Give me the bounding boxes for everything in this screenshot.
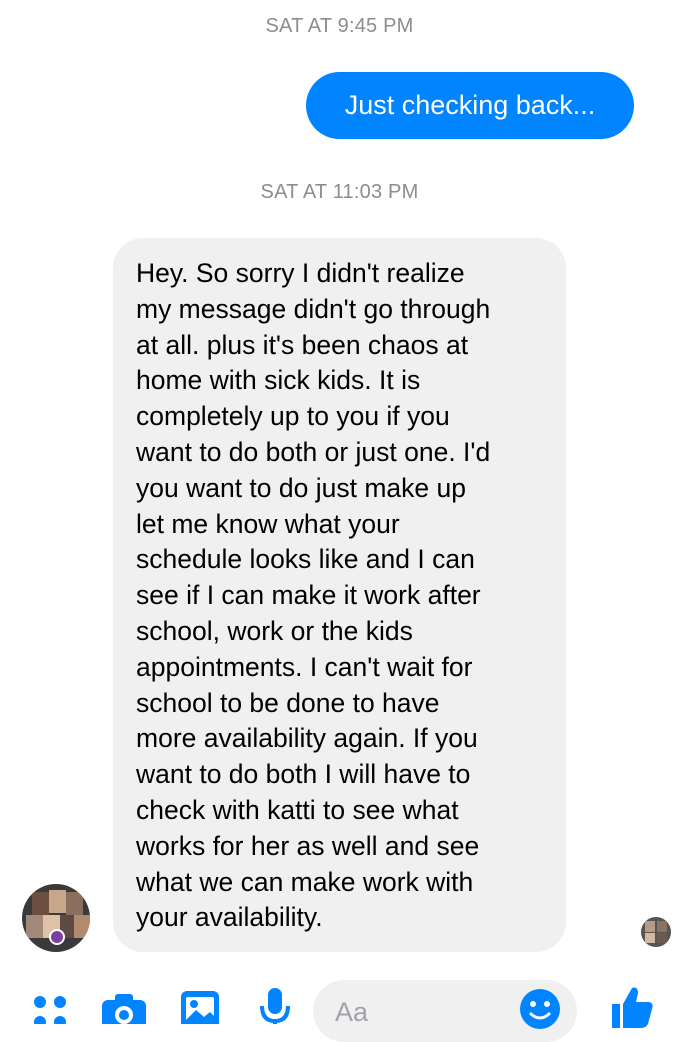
incoming-message-bubble[interactable]: Hey. So sorry I didn't realize my messag… bbox=[113, 238, 566, 952]
incoming-message-text: Hey. So sorry I didn't realize my messag… bbox=[136, 258, 491, 933]
sender-avatar[interactable] bbox=[22, 884, 90, 952]
message-input-placeholder: Aa bbox=[335, 997, 369, 1027]
menu-dots-icon[interactable] bbox=[30, 994, 70, 1024]
microphone-icon[interactable] bbox=[258, 988, 292, 1024]
thumbs-up-icon[interactable] bbox=[608, 984, 654, 1028]
image-icon[interactable] bbox=[180, 990, 220, 1024]
message-input[interactable]: Aa bbox=[313, 980, 577, 1042]
outgoing-message-bubble[interactable]: Just checking back... bbox=[306, 72, 634, 139]
camera-icon[interactable] bbox=[101, 992, 147, 1024]
message-composer: Aa bbox=[0, 980, 679, 1042]
read-receipt-avatar bbox=[641, 917, 671, 947]
timestamp: SAT AT 9:45 PM bbox=[265, 15, 414, 37]
timestamp: SAT AT 11:03 PM bbox=[260, 181, 419, 203]
